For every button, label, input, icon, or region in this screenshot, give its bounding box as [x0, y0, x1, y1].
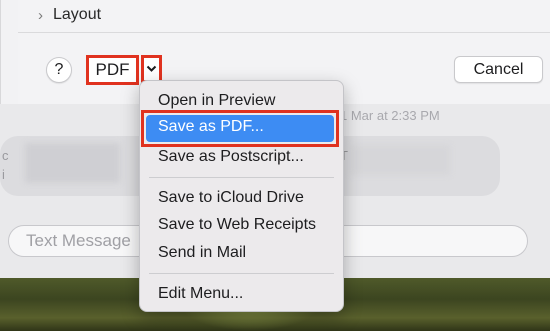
menu-item-edit-menu[interactable]: Edit Menu... — [158, 285, 243, 303]
menu-item-save-to-web-receipts[interactable]: Save to Web Receipts — [158, 216, 316, 234]
menu-item-open-in-preview[interactable]: Open in Preview — [158, 92, 275, 110]
menu-item-send-in-mail[interactable]: Send in Mail — [158, 244, 246, 262]
menu-item-save-to-icloud[interactable]: Save to iCloud Drive — [158, 189, 304, 207]
pdf-button[interactable]: PDF — [86, 55, 139, 85]
cancel-button[interactable]: Cancel — [454, 56, 543, 83]
message-input-placeholder: Text Message — [26, 231, 131, 250]
menu-item-save-as-postscript[interactable]: Save as Postscript... — [158, 148, 304, 166]
annotation-highlight-frame — [141, 110, 339, 147]
layout-disclosure[interactable]: › Layout — [38, 4, 101, 26]
message-timestamp: 1 Mar at 2:33 PM — [340, 108, 440, 123]
blurred-content — [350, 145, 450, 175]
menu-separator — [149, 177, 334, 178]
message-text-fragment: i — [2, 167, 5, 182]
help-button[interactable]: ? — [46, 57, 72, 83]
pdf-menu-arrow-button[interactable] — [141, 55, 162, 83]
blurred-content — [25, 143, 120, 183]
chevron-down-icon — [146, 65, 157, 72]
layout-label: Layout — [53, 6, 102, 23]
menu-separator — [149, 273, 334, 274]
dialog-divider — [18, 32, 550, 33]
chevron-right-icon: › — [38, 6, 43, 24]
message-text-fragment: c — [2, 148, 9, 163]
